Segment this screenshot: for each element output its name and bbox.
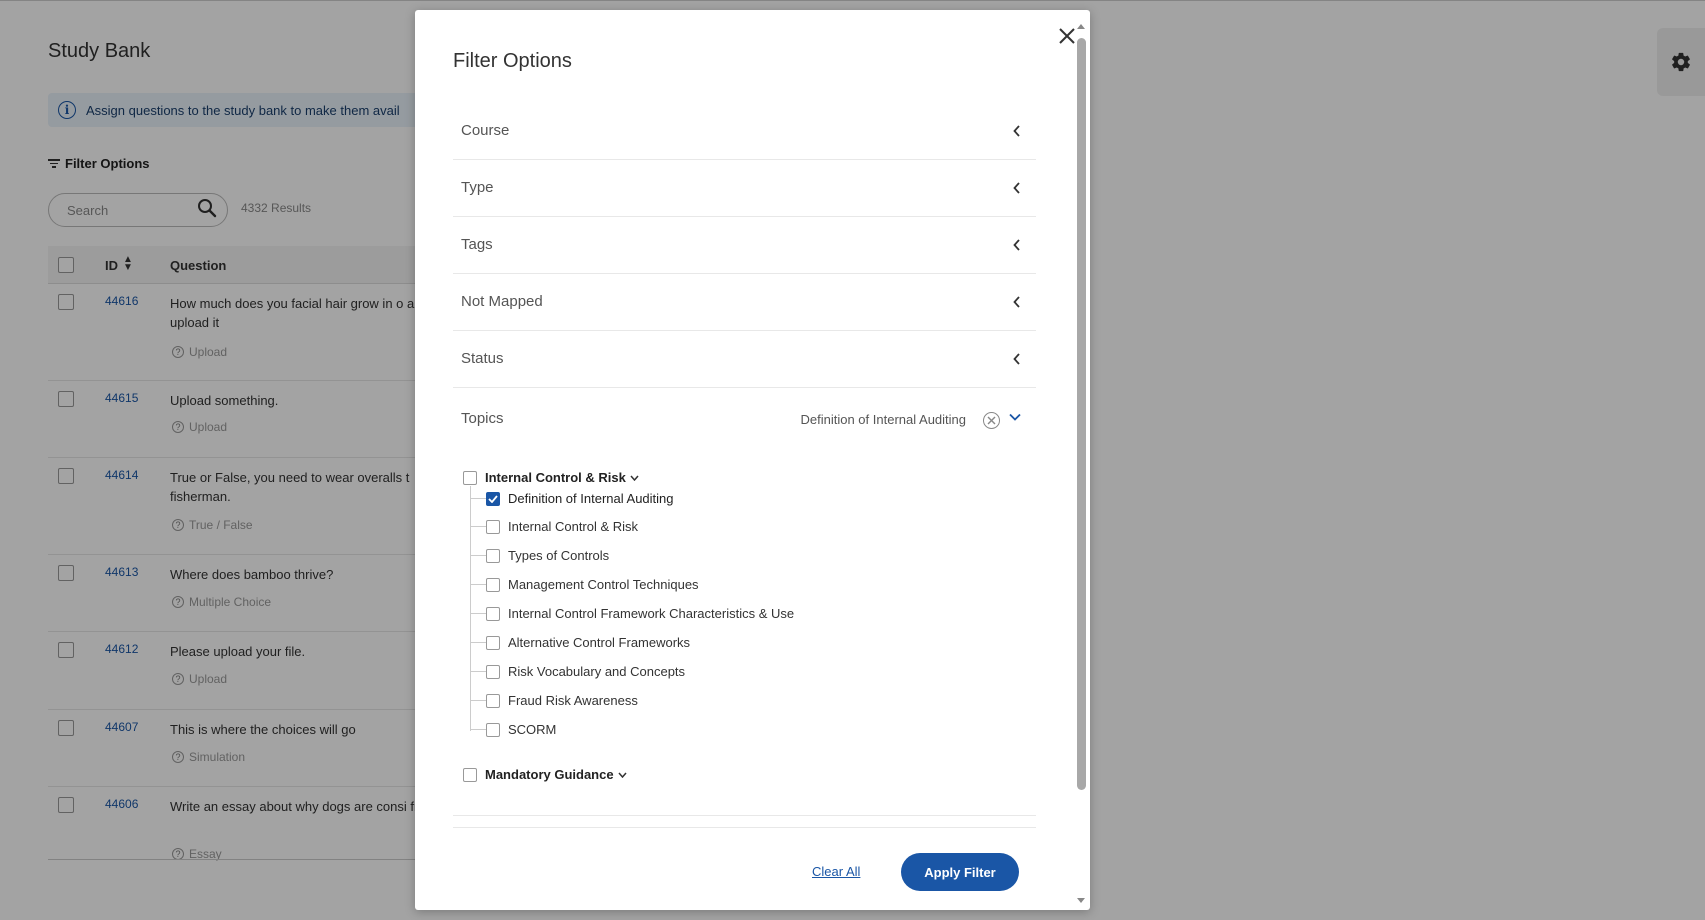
section-label: Status bbox=[461, 350, 504, 367]
topic-checkbox[interactable] bbox=[486, 491, 500, 506]
topic-item[interactable]: Alternative Control Frameworks bbox=[470, 635, 690, 650]
checkmark-icon bbox=[488, 494, 498, 503]
chevron-down-icon[interactable] bbox=[630, 475, 639, 481]
topic-item[interactable]: Management Control Techniques bbox=[470, 577, 699, 592]
chevron-left-icon bbox=[1013, 239, 1020, 251]
topics-selected-value: Definition of Internal Auditing bbox=[800, 412, 967, 427]
topic-item[interactable]: SCORM bbox=[470, 722, 556, 737]
topic-item[interactable]: Fraud Risk Awareness bbox=[470, 693, 638, 708]
topic-label: Internal Control & Risk bbox=[508, 519, 639, 534]
topic-item[interactable]: Types of Controls bbox=[470, 548, 609, 563]
group-checkbox[interactable] bbox=[463, 470, 477, 485]
chevron-down-icon[interactable] bbox=[618, 772, 627, 778]
topic-group-internal-control-risk[interactable]: Internal Control & Risk bbox=[463, 470, 639, 485]
footer-divider bbox=[453, 827, 1036, 828]
topic-checkbox[interactable] bbox=[486, 577, 500, 592]
topic-group-mandatory-guidance[interactable]: Mandatory Guidance bbox=[463, 767, 627, 782]
topic-label: Definition of Internal Auditing bbox=[508, 491, 674, 506]
section-label: Topics bbox=[461, 410, 504, 427]
section-label: Tags bbox=[461, 236, 493, 253]
group-label: Mandatory Guidance bbox=[485, 767, 614, 782]
clear-all-link[interactable]: Clear All bbox=[812, 864, 860, 879]
topic-checkbox[interactable] bbox=[486, 693, 500, 708]
topic-checkbox[interactable] bbox=[486, 548, 500, 563]
topic-item[interactable]: Risk Vocabulary and Concepts bbox=[470, 664, 685, 679]
section-status[interactable]: Status bbox=[453, 331, 1036, 388]
section-type[interactable]: Type bbox=[453, 160, 1036, 217]
modal-scrollbar[interactable] bbox=[1074, 20, 1088, 910]
topic-checkbox[interactable] bbox=[486, 664, 500, 679]
topic-checkbox[interactable] bbox=[486, 606, 500, 621]
chevron-down-icon[interactable] bbox=[1009, 413, 1021, 421]
clear-icon bbox=[987, 416, 996, 425]
section-not-mapped[interactable]: Not Mapped bbox=[453, 274, 1036, 331]
topic-label: Management Control Techniques bbox=[508, 577, 699, 592]
section-course[interactable]: Course bbox=[453, 103, 1036, 160]
topic-checkbox[interactable] bbox=[486, 635, 500, 650]
topic-label: Types of Controls bbox=[508, 548, 610, 563]
topic-item[interactable]: Internal Control Framework Characteristi… bbox=[470, 606, 794, 621]
topics-divider bbox=[453, 815, 1036, 816]
chevron-left-icon bbox=[1013, 353, 1020, 365]
scroll-thumb[interactable] bbox=[1077, 38, 1086, 790]
topic-label: Internal Control Framework Characteristi… bbox=[508, 606, 795, 621]
topic-item[interactable]: Definition of Internal Auditing bbox=[470, 491, 674, 506]
topic-checkbox[interactable] bbox=[486, 519, 500, 534]
topic-label: Risk Vocabulary and Concepts bbox=[508, 664, 686, 679]
filter-options-modal: Filter Options Course Type Tags Not Mapp… bbox=[415, 10, 1090, 910]
section-label: Course bbox=[461, 122, 510, 139]
chevron-left-icon bbox=[1013, 125, 1020, 137]
group-label: Internal Control & Risk bbox=[485, 470, 626, 485]
group-checkbox[interactable] bbox=[463, 767, 477, 782]
chevron-left-icon bbox=[1013, 182, 1020, 194]
section-topics[interactable]: Topics Definition of Internal Auditing bbox=[453, 391, 1036, 449]
modal-title: Filter Options bbox=[453, 50, 572, 72]
topic-label: Alternative Control Frameworks bbox=[508, 635, 691, 650]
scroll-up-arrow-icon[interactable] bbox=[1077, 24, 1085, 29]
section-tags[interactable]: Tags bbox=[453, 217, 1036, 274]
topic-item[interactable]: Internal Control & Risk bbox=[470, 519, 638, 534]
section-label: Type bbox=[461, 179, 494, 196]
topic-label: SCORM bbox=[508, 722, 557, 737]
topic-checkbox[interactable] bbox=[486, 722, 500, 737]
scroll-down-arrow-icon[interactable] bbox=[1077, 898, 1085, 903]
apply-filter-button[interactable]: Apply Filter bbox=[901, 853, 1019, 891]
chevron-left-icon bbox=[1013, 296, 1020, 308]
topic-label: Fraud Risk Awareness bbox=[508, 693, 638, 708]
clear-topics-button[interactable] bbox=[983, 412, 1000, 429]
section-label: Not Mapped bbox=[461, 293, 543, 310]
